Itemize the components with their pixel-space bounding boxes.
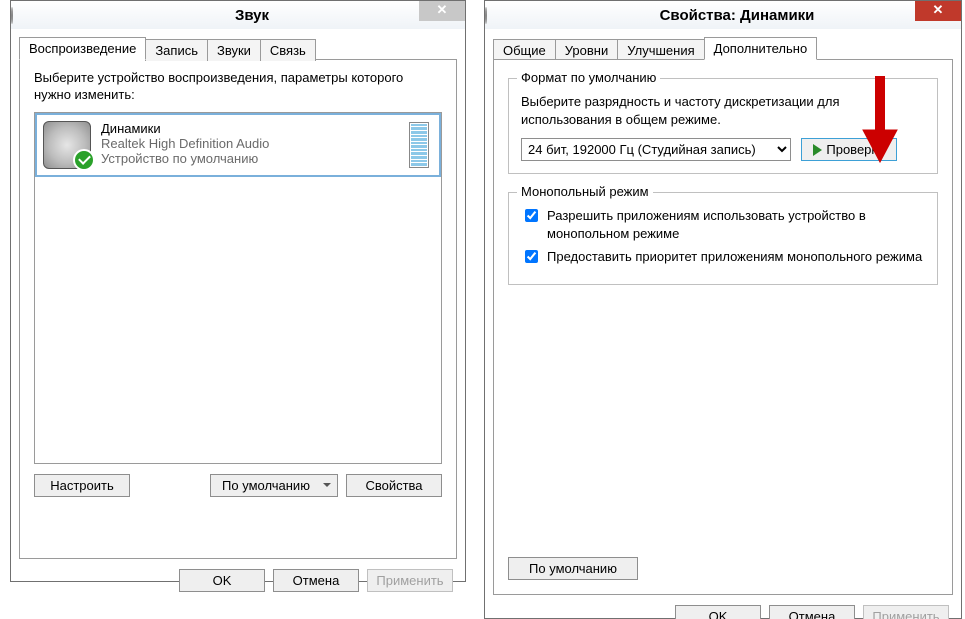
chk-priority-exclusive-label: Предоставить приоритет приложениям моноп… (547, 248, 922, 266)
sound-footer: OK Отмена Применить (11, 559, 465, 604)
sound-tabpane: Выберите устройство воспроизведения, пар… (19, 59, 457, 559)
sound-tabs: Воспроизведение Запись Звуки Связь (19, 37, 457, 60)
speaker-icon (43, 121, 91, 169)
props-titlebar[interactable]: Свойства: Динамики ✕ (485, 1, 961, 29)
props-footer: OK Отмена Применить (485, 595, 961, 619)
props-cancel-button[interactable]: Отмена (769, 605, 855, 619)
chk-allow-exclusive[interactable]: Разрешить приложениям использовать устро… (521, 207, 925, 242)
close-icon: ✕ (437, 2, 448, 18)
level-meter (409, 122, 429, 168)
group-exclusive: Монопольный режим Разрешить приложениям … (508, 192, 938, 285)
device-status: Устройство по умолчанию (101, 151, 409, 166)
props-close-button[interactable]: ✕ (915, 1, 961, 21)
sound-apply-button: Применить (367, 569, 453, 592)
device-name: Динамики (101, 121, 409, 136)
default-check-icon (73, 149, 95, 171)
props-tabs: Общие Уровни Улучшения Дополнительно (493, 37, 953, 60)
device-driver: Realtek High Definition Audio (101, 136, 409, 151)
tab-comm[interactable]: Связь (260, 39, 316, 61)
chk-allow-exclusive-input[interactable] (525, 209, 538, 222)
chk-priority-exclusive[interactable]: Предоставить приоритет приложениям моноп… (521, 248, 925, 266)
tab-sounds[interactable]: Звуки (207, 39, 261, 61)
tab-playback[interactable]: Воспроизведение (19, 37, 146, 60)
props-apply-button: Применить (863, 605, 949, 619)
sound-instruction: Выберите устройство воспроизведения, пар… (34, 70, 442, 104)
legend-exclusive: Монопольный режим (517, 184, 653, 199)
close-icon: ✕ (933, 2, 944, 18)
device-info: Динамики Realtek High Definition Audio У… (101, 121, 409, 169)
restore-defaults-button[interactable]: По умолчанию (508, 557, 638, 580)
properties-button[interactable]: Свойства (346, 474, 442, 497)
format-select[interactable]: 24 бит, 192000 Гц (Студийная запись) (521, 138, 791, 161)
chk-priority-exclusive-input[interactable] (525, 250, 538, 263)
tab-advanced[interactable]: Дополнительно (704, 37, 818, 60)
device-list[interactable]: Динамики Realtek High Definition Audio У… (34, 112, 442, 464)
tab-enhance[interactable]: Улучшения (617, 39, 704, 61)
device-speakers[interactable]: Динамики Realtek High Definition Audio У… (35, 113, 441, 177)
sound-cancel-button[interactable]: Отмена (273, 569, 359, 592)
props-ok-button[interactable]: OK (675, 605, 761, 619)
legend-default-format: Формат по умолчанию (517, 70, 660, 85)
set-default-button[interactable]: По умолчанию (210, 474, 338, 497)
annotation-arrow (855, 72, 905, 167)
tab-general[interactable]: Общие (493, 39, 556, 61)
sound-titlebar[interactable]: Звук ✕ (11, 1, 465, 29)
props-title: Свойства: Динамики (513, 7, 961, 24)
configure-button[interactable]: Настроить (34, 474, 130, 497)
sound-title: Звук (39, 7, 465, 24)
sound-dialog: Звук ✕ Воспроизведение Запись Звуки Связ… (10, 0, 466, 582)
sound-close-button[interactable]: ✕ (419, 1, 465, 21)
chk-allow-exclusive-label: Разрешить приложениям использовать устро… (547, 207, 925, 242)
tab-recording[interactable]: Запись (145, 39, 208, 61)
sound-sys-icon (11, 7, 13, 24)
play-icon (813, 144, 822, 156)
props-sys-icon (485, 7, 487, 24)
tab-levels[interactable]: Уровни (555, 39, 618, 61)
sound-ok-button[interactable]: OK (179, 569, 265, 592)
